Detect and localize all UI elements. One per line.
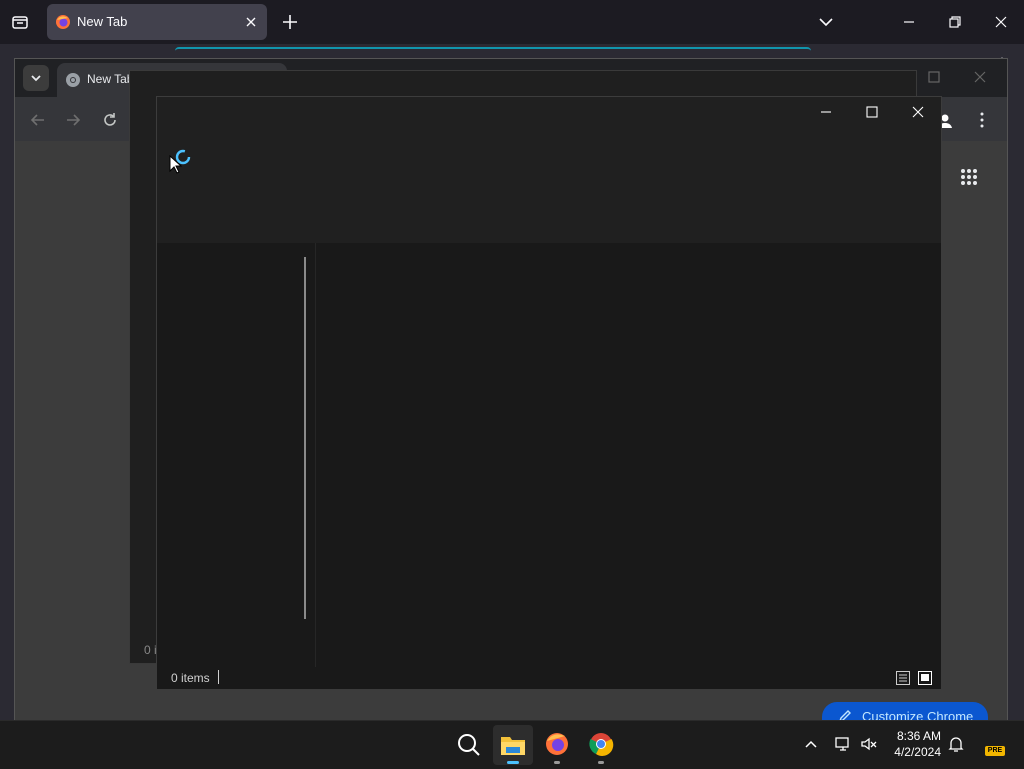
details-view-icon[interactable] (895, 670, 911, 686)
item-count-text: 0 items (171, 671, 210, 685)
chevron-up-icon[interactable] (802, 735, 820, 753)
chrome-taskbar-icon[interactable] (581, 725, 621, 765)
network-icon[interactable] (834, 735, 852, 753)
chrome-tab-title: New Tab (87, 72, 134, 86)
background-status-text: 0 i (144, 643, 157, 657)
firefox-logo-icon (55, 14, 71, 30)
clock-date[interactable]: 4/2/2024 (890, 745, 941, 759)
firefox-tab-title: New Tab (77, 14, 128, 29)
file-explorer-icon[interactable] (493, 725, 533, 765)
firefox-taskbar-icon[interactable] (537, 725, 577, 765)
close-tab-icon[interactable] (243, 14, 259, 30)
pre-badge: PRE (985, 746, 1005, 756)
search-icon[interactable] (449, 725, 489, 765)
background-maximize-icon[interactable] (925, 68, 943, 86)
chrome-menu-icon[interactable] (973, 111, 991, 129)
firefox-titlebar: New Tab (0, 0, 1024, 44)
background-close-icon[interactable] (971, 68, 989, 86)
reload-icon[interactable] (101, 111, 119, 129)
firefox-tab[interactable]: New Tab (47, 4, 267, 40)
volume-muted-icon[interactable] (860, 735, 878, 753)
dialog-header (157, 97, 941, 243)
restore-icon[interactable] (945, 12, 965, 32)
dialog-statusbar: 0 items (157, 667, 941, 689)
chevron-down-icon[interactable] (816, 12, 836, 32)
tab-search-button[interactable] (23, 65, 49, 91)
list-all-tabs-icon[interactable] (10, 12, 30, 32)
clock-time[interactable]: 8:36 AM (893, 729, 941, 743)
explorer-dialog: 0 items (156, 96, 942, 690)
forward-arrow-icon[interactable] (64, 111, 82, 129)
new-tab-icon[interactable] (280, 12, 300, 32)
taskbar: 8:36 AM 4/2/2024 PRE (0, 720, 1024, 769)
dialog-close-button[interactable] (895, 97, 941, 127)
minimize-icon[interactable] (899, 12, 919, 32)
status-separator (218, 670, 219, 684)
chrome-logo-icon (65, 72, 81, 88)
tiles-view-icon[interactable] (917, 670, 933, 686)
google-apps-icon[interactable] (959, 167, 979, 187)
close-icon[interactable] (991, 12, 1011, 32)
pane-scrollbar[interactable] (304, 257, 306, 619)
navigation-pane[interactable] (157, 243, 315, 667)
back-arrow-icon[interactable] (29, 111, 47, 129)
notification-bell-icon[interactable] (947, 735, 965, 753)
pane-divider[interactable] (315, 243, 316, 667)
firefox-urlbar[interactable] (175, 47, 811, 57)
dialog-maximize-button[interactable] (849, 97, 895, 127)
dialog-minimize-button[interactable] (803, 97, 849, 127)
mouse-cursor-icon (169, 155, 183, 175)
